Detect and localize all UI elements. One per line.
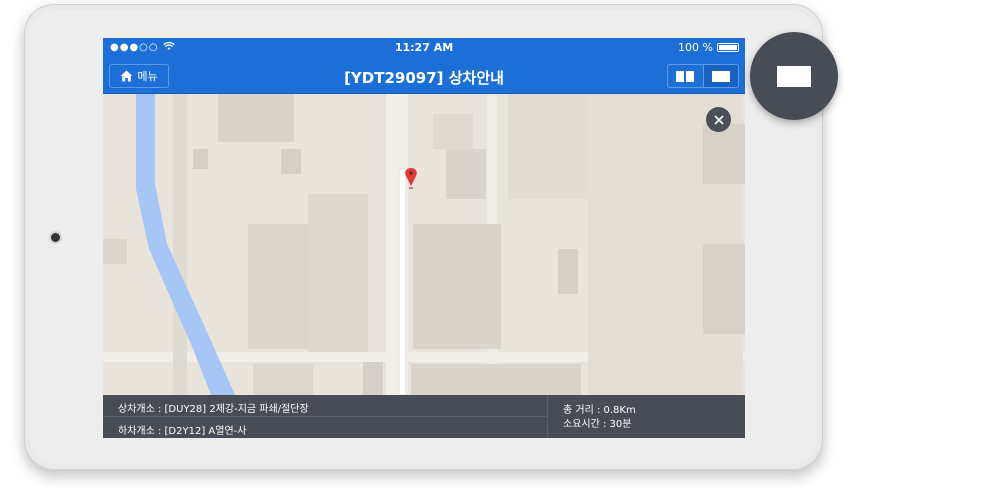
screen: ●●●○○ 11:27 AM 100 % 메뉴 [YDT29097] 상차안내 [103, 38, 745, 438]
split-view-button[interactable] [668, 65, 703, 87]
estimated-time: 소요시간 : 30분 [563, 419, 632, 430]
camera-dot [51, 233, 60, 242]
close-icon [713, 114, 724, 125]
route-line [398, 168, 407, 395]
info-vertical-divider [547, 395, 548, 438]
single-view-callout [750, 32, 838, 120]
page-title: [YDT29097] 상차안내 [344, 69, 504, 87]
single-view-callout-icon [777, 66, 811, 87]
nav-bar: 메뉴 [YDT29097] 상차안내 [103, 58, 745, 94]
info-divider [103, 416, 547, 417]
location-info: 상차개소 : [DUY28] 2제강-지금 파쇄/절단장 하차개소 : [D2Y… [103, 395, 547, 438]
map-canvas[interactable] [103, 94, 745, 395]
single-view-button[interactable] [702, 65, 738, 87]
battery-label: 100 % [678, 41, 713, 54]
route-info-bar: 상차개소 : [DUY28] 2제강-지금 파쇄/절단장 하차개소 : [D2Y… [103, 395, 745, 438]
status-time: 11:27 AM [394, 41, 454, 54]
map-view[interactable] [103, 94, 745, 395]
total-distance: 총 거리 : 0.8Km [563, 405, 636, 416]
battery-icon [717, 43, 739, 52]
split-view-icon [676, 70, 695, 82]
dropoff-location: 하차개소 : [D2Y12] A열연-사 [118, 426, 247, 437]
pickup-location: 상차개소 : [DUY28] 2제강-지금 파쇄/절단장 [118, 404, 309, 415]
status-bar: ●●●○○ 11:27 AM 100 % [103, 38, 745, 58]
view-toggle [667, 64, 739, 88]
battery-status: 100 % [678, 41, 739, 54]
single-view-icon [711, 70, 730, 82]
close-button[interactable] [706, 107, 731, 132]
route-summary: 총 거리 : 0.8Km 소요시간 : 30분 [563, 404, 636, 432]
